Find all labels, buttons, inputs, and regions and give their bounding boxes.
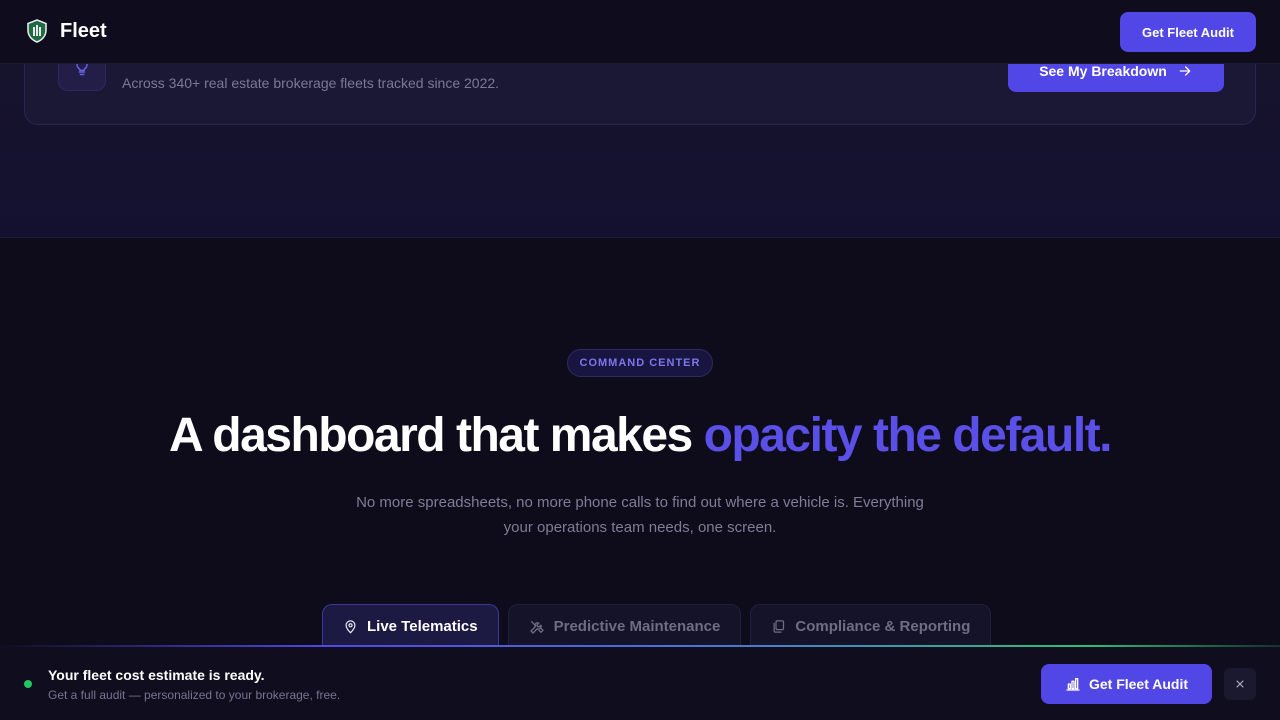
status-dot — [24, 680, 32, 688]
headline-plain: A dashboard that makes — [169, 409, 704, 462]
arrow-right-icon — [1179, 65, 1191, 76]
sticky-cta-bar: Your fleet cost estimate is ready. Get a… — [0, 645, 1280, 720]
tab-label: Compliance & Reporting — [795, 618, 971, 635]
get-fleet-audit-button[interactable]: Get Fleet Audit — [1120, 12, 1256, 52]
documents-icon — [773, 620, 785, 633]
bar-subtitle: Get a full audit — personalized to your … — [48, 688, 341, 702]
see-breakdown-label: See My Breakdown — [1039, 62, 1167, 79]
savings-subtitle: Across 340+ real estate brokerage fleets… — [122, 75, 500, 91]
brand-name: Fleet — [60, 19, 107, 42]
section-badge: COMMAND CENTER — [567, 349, 713, 377]
tab-label: Predictive Maintenance — [553, 618, 721, 635]
page-title: A dashboard that makes opacity the defau… — [0, 408, 1280, 463]
close-icon — [1236, 680, 1244, 688]
feature-tabs: Live Telematics Predictive Maintenance C… — [322, 604, 992, 648]
bar-title: Your fleet cost estimate is ready. — [48, 667, 265, 683]
bar-cta-label: Get Fleet Audit — [1088, 676, 1189, 692]
divider — [0, 645, 1280, 647]
wrench-icon — [529, 620, 544, 634]
headline-accent: opacity the default. — [703, 409, 1113, 462]
logo[interactable]: Fleet — [26, 19, 107, 43]
tab-compliance-reporting[interactable]: Compliance & Reporting — [750, 604, 992, 648]
map-pin-icon — [345, 620, 356, 634]
bar-get-fleet-audit-button[interactable]: Get Fleet Audit — [1041, 664, 1212, 704]
tab-label: Live Telematics — [367, 618, 478, 635]
bar-chart-icon — [1066, 678, 1080, 691]
tab-predictive-maintenance[interactable]: Predictive Maintenance — [507, 604, 742, 648]
close-button[interactable] — [1224, 668, 1256, 700]
hero-subtext: No more spreadsheets, no more phone call… — [356, 494, 924, 536]
tab-live-telematics[interactable]: Live Telematics — [322, 604, 499, 648]
shield-logo-icon — [27, 19, 47, 43]
navbar: Fleet Get Fleet Audit — [0, 0, 1280, 64]
